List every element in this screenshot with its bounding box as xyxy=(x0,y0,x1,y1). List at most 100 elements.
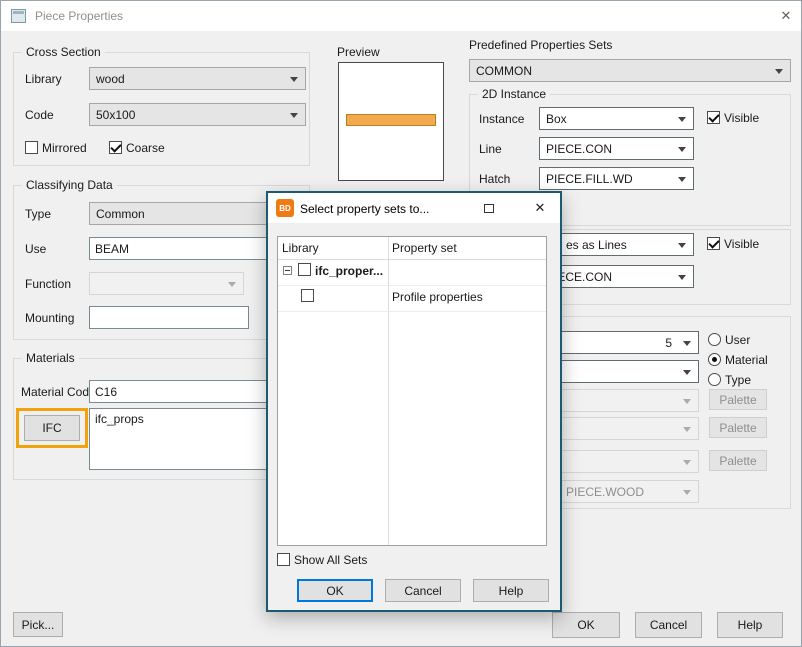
type-radio-label: Type xyxy=(725,373,751,387)
preview-label: Preview xyxy=(337,45,380,59)
mounting-label: Mounting xyxy=(25,311,74,325)
palette-button-3: Palette xyxy=(709,450,767,471)
mirrored-label: Mirrored xyxy=(42,141,87,155)
3d-visible-checkbox[interactable] xyxy=(707,237,720,250)
type-value: Common xyxy=(96,207,145,221)
chevron-down-icon xyxy=(683,427,691,432)
material-code-value: C16 xyxy=(95,385,117,399)
row-divider xyxy=(278,311,546,312)
chevron-down-icon xyxy=(683,370,691,375)
chevron-down-icon xyxy=(678,243,686,248)
3d-representation-value: es as Lines xyxy=(566,238,627,252)
close-icon[interactable]: ✕ xyxy=(769,1,802,31)
type-label: Type xyxy=(25,207,51,221)
property-sets-table: Library Property set ifc_proper... Profi… xyxy=(277,236,547,546)
chevron-down-icon xyxy=(683,490,691,495)
predefined-sets-label: Predefined Properties Sets xyxy=(469,38,612,52)
profile-properties-label[interactable]: Profile properties xyxy=(392,290,483,304)
library-select[interactable]: wood xyxy=(89,67,306,90)
chevron-down-icon xyxy=(678,117,686,122)
window-title: Piece Properties xyxy=(35,9,123,23)
line-select[interactable]: PIECE.CON xyxy=(539,137,694,160)
code-label: Code xyxy=(25,108,54,122)
chevron-down-icon xyxy=(683,460,691,465)
predefined-sets-value: COMMON xyxy=(476,64,532,78)
2d-visible-label: Visible xyxy=(724,111,759,125)
ifc-button[interactable]: IFC xyxy=(24,415,80,441)
library-column-header: Library xyxy=(282,241,319,255)
display-color-select[interactable]: 5 xyxy=(539,331,699,354)
modal-title: Select property sets to... xyxy=(300,202,429,216)
3d-line-select[interactable]: PIECE.CON xyxy=(539,265,694,288)
user-radio[interactable] xyxy=(708,333,721,346)
wood-material-select: PIECE.WOOD xyxy=(539,480,699,503)
modal-ok-button[interactable]: OK xyxy=(297,579,373,602)
chevron-down-icon xyxy=(775,69,783,74)
display-secondary-select[interactable] xyxy=(539,360,699,383)
tree-collapse-icon[interactable] xyxy=(283,266,292,275)
chevron-down-icon xyxy=(678,147,686,152)
display-color-value: 5 xyxy=(665,336,672,350)
function-label: Function xyxy=(25,277,71,291)
library-value: wood xyxy=(96,72,125,86)
library-label: Library xyxy=(25,72,62,86)
title-bar: Piece Properties ✕ xyxy=(1,1,801,31)
modal-title-bar: BD Select property sets to... ✕ xyxy=(268,193,560,223)
ifc-properties-checkbox[interactable] xyxy=(298,263,311,276)
chevron-down-icon xyxy=(228,282,236,287)
2d-instance-legend: 2D Instance xyxy=(478,87,550,101)
header-divider xyxy=(278,259,546,260)
help-button[interactable]: Help xyxy=(717,612,783,638)
ok-button[interactable]: OK xyxy=(552,612,620,638)
hatch-value: PIECE.FILL.WD xyxy=(546,172,633,186)
ifc-props-value: ifc_props xyxy=(95,412,144,426)
use-label: Use xyxy=(25,242,46,256)
wood-material-value: PIECE.WOOD xyxy=(566,485,644,499)
code-select[interactable]: 50x100 xyxy=(89,103,306,126)
predefined-sets-select[interactable]: COMMON xyxy=(469,59,791,82)
coarse-checkbox[interactable] xyxy=(109,141,122,154)
mounting-field[interactable] xyxy=(89,306,249,329)
chevron-down-icon xyxy=(683,399,691,404)
palette-select-2 xyxy=(539,417,699,440)
palette-select-3 xyxy=(539,450,699,473)
2d-visible-checkbox[interactable] xyxy=(707,111,720,124)
profile-properties-checkbox[interactable] xyxy=(301,289,314,302)
type-radio[interactable] xyxy=(708,373,721,386)
pick-button[interactable]: Pick... xyxy=(13,612,63,637)
user-radio-label: User xyxy=(725,333,750,347)
mirrored-checkbox[interactable] xyxy=(25,141,38,154)
palette-button-1: Palette xyxy=(709,389,767,410)
app-icon xyxy=(11,9,26,23)
property-set-column-header: Property set xyxy=(392,241,457,255)
instance-label: Instance xyxy=(479,112,524,126)
piece-properties-dialog: Piece Properties ✕ Cross Section Library… xyxy=(0,0,802,647)
palette-button-2: Palette xyxy=(709,417,767,438)
code-value: 50x100 xyxy=(96,108,135,122)
modal-close-icon[interactable]: ✕ xyxy=(522,193,558,223)
show-all-sets-checkbox[interactable] xyxy=(277,553,290,566)
maximize-button[interactable] xyxy=(474,196,504,220)
chevron-down-icon xyxy=(678,177,686,182)
material-radio[interactable] xyxy=(708,353,721,366)
line-value: PIECE.CON xyxy=(546,142,612,156)
chevron-down-icon xyxy=(290,77,298,82)
3d-representation-select[interactable]: es as Lines xyxy=(539,233,694,256)
cross-section-profile xyxy=(346,114,436,126)
coarse-label: Coarse xyxy=(126,141,165,155)
cancel-button[interactable]: Cancel xyxy=(635,612,702,638)
chevron-down-icon xyxy=(290,113,298,118)
modal-help-button[interactable]: Help xyxy=(473,579,549,602)
show-all-sets-label: Show All Sets xyxy=(294,553,367,567)
3d-visible-label: Visible xyxy=(724,237,759,251)
line-label: Line xyxy=(479,142,502,156)
app-logo-icon: BD xyxy=(276,199,294,217)
palette-select-1 xyxy=(539,389,699,412)
modal-cancel-button[interactable]: Cancel xyxy=(385,579,461,602)
maximize-icon xyxy=(484,204,494,213)
instance-select[interactable]: Box xyxy=(539,107,694,130)
hatch-select[interactable]: PIECE.FILL.WD xyxy=(539,167,694,190)
use-value: BEAM xyxy=(95,242,129,256)
row-divider xyxy=(278,285,546,286)
ifc-properties-row-label[interactable]: ifc_proper... xyxy=(315,264,383,278)
